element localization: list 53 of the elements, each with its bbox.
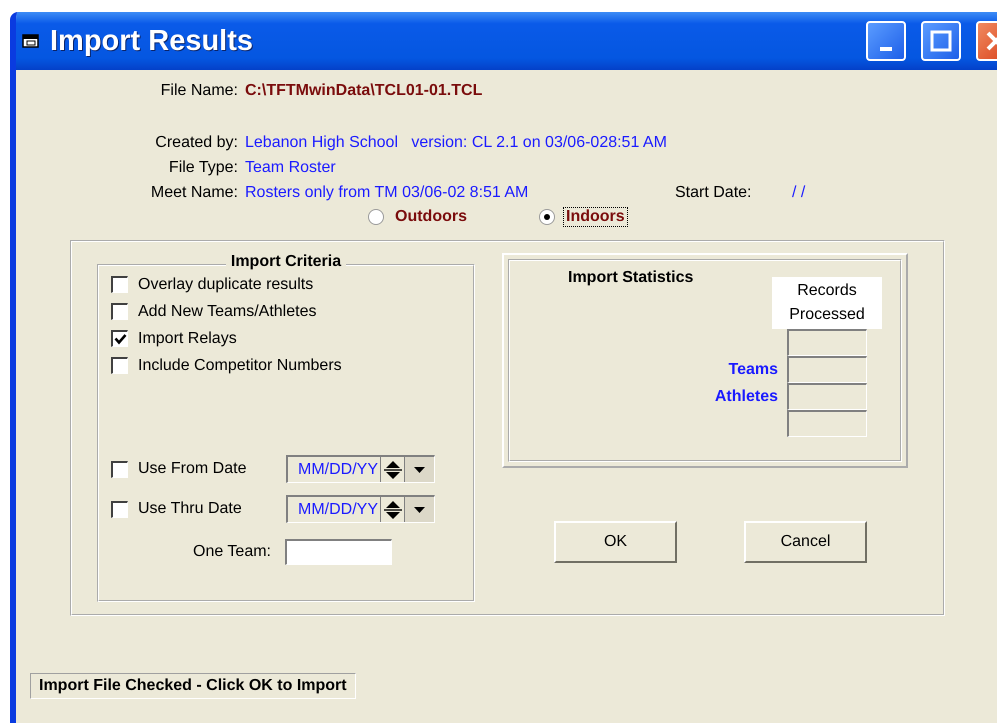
field-label: One Team: xyxy=(192,543,271,561)
checkbox[interactable] xyxy=(111,500,128,518)
date-picker[interactable]: MM/DD/YY xyxy=(286,495,435,523)
team-field[interactable] xyxy=(285,539,392,565)
spin-button[interactable] xyxy=(380,457,404,482)
group-title: Import Statistics xyxy=(568,269,694,287)
caret-icon xyxy=(414,466,425,472)
maximize-icon xyxy=(930,30,952,52)
ok-button[interactable]: OK xyxy=(554,521,677,563)
check-icon xyxy=(114,333,126,345)
window-title: Import Results xyxy=(50,24,254,58)
row-label: Teams xyxy=(727,360,778,378)
caret-icon xyxy=(414,506,425,512)
checkbox[interactable] xyxy=(111,330,128,347)
minimize-icon xyxy=(880,47,892,51)
field-label: Created by: xyxy=(154,134,238,152)
field-label: File Name: xyxy=(160,82,238,100)
group-title: Import Criteria xyxy=(226,253,346,271)
row-label: Athletes xyxy=(714,388,778,406)
up-down-arrows-icon xyxy=(382,500,402,520)
checkbox[interactable] xyxy=(111,460,128,478)
field-value: Team Roster xyxy=(245,159,337,177)
checkbox-label[interactable]: Overlay duplicate results xyxy=(138,276,314,294)
field-label: Meet Name: xyxy=(150,184,238,202)
window-icon xyxy=(22,33,40,49)
checkbox-label[interactable]: Use From Date xyxy=(138,460,286,478)
minimize-button[interactable] xyxy=(866,21,906,61)
column-header: Records Processed xyxy=(772,277,882,329)
file-path: C:\TFTMwinData\TCL01-01.TCL xyxy=(245,82,484,100)
date-picker[interactable]: MM/DD/YY xyxy=(286,455,435,483)
spin-button[interactable] xyxy=(380,497,404,522)
cancel-button[interactable]: Cancel xyxy=(744,521,867,563)
checkbox[interactable] xyxy=(111,276,128,293)
radio-button[interactable] xyxy=(368,209,384,225)
radio-label[interactable]: Outdoors xyxy=(393,208,469,226)
checkbox[interactable] xyxy=(111,303,128,320)
checkbox-label[interactable]: Use Thru Date xyxy=(138,500,286,518)
field-label: Start Date: xyxy=(675,184,752,202)
field-label: File Type: xyxy=(168,159,238,177)
dropdown-button[interactable] xyxy=(404,497,434,522)
field-value: Rosters only from TM 03/06-02 8:51 AM xyxy=(245,184,530,202)
up-down-arrows-icon xyxy=(382,460,402,480)
field-value: / / xyxy=(792,184,806,202)
checkbox-label[interactable]: Add New Teams/Athletes xyxy=(138,302,316,320)
maximize-button[interactable] xyxy=(921,21,961,61)
checkbox-label[interactable]: Include Competitor Numbers xyxy=(138,356,342,374)
status-bar: Import File Checked - Click OK to Import xyxy=(30,673,356,699)
radio-button[interactable] xyxy=(539,209,555,225)
dropdown-button[interactable] xyxy=(404,457,434,482)
radio-label[interactable]: Indoors xyxy=(564,208,627,226)
field-value: Lebanon High School version: CL 2.1 on 03/06-028:51 AM xyxy=(245,134,668,152)
checkbox-label[interactable]: Import Relays xyxy=(138,330,237,348)
checkbox[interactable] xyxy=(111,357,128,374)
